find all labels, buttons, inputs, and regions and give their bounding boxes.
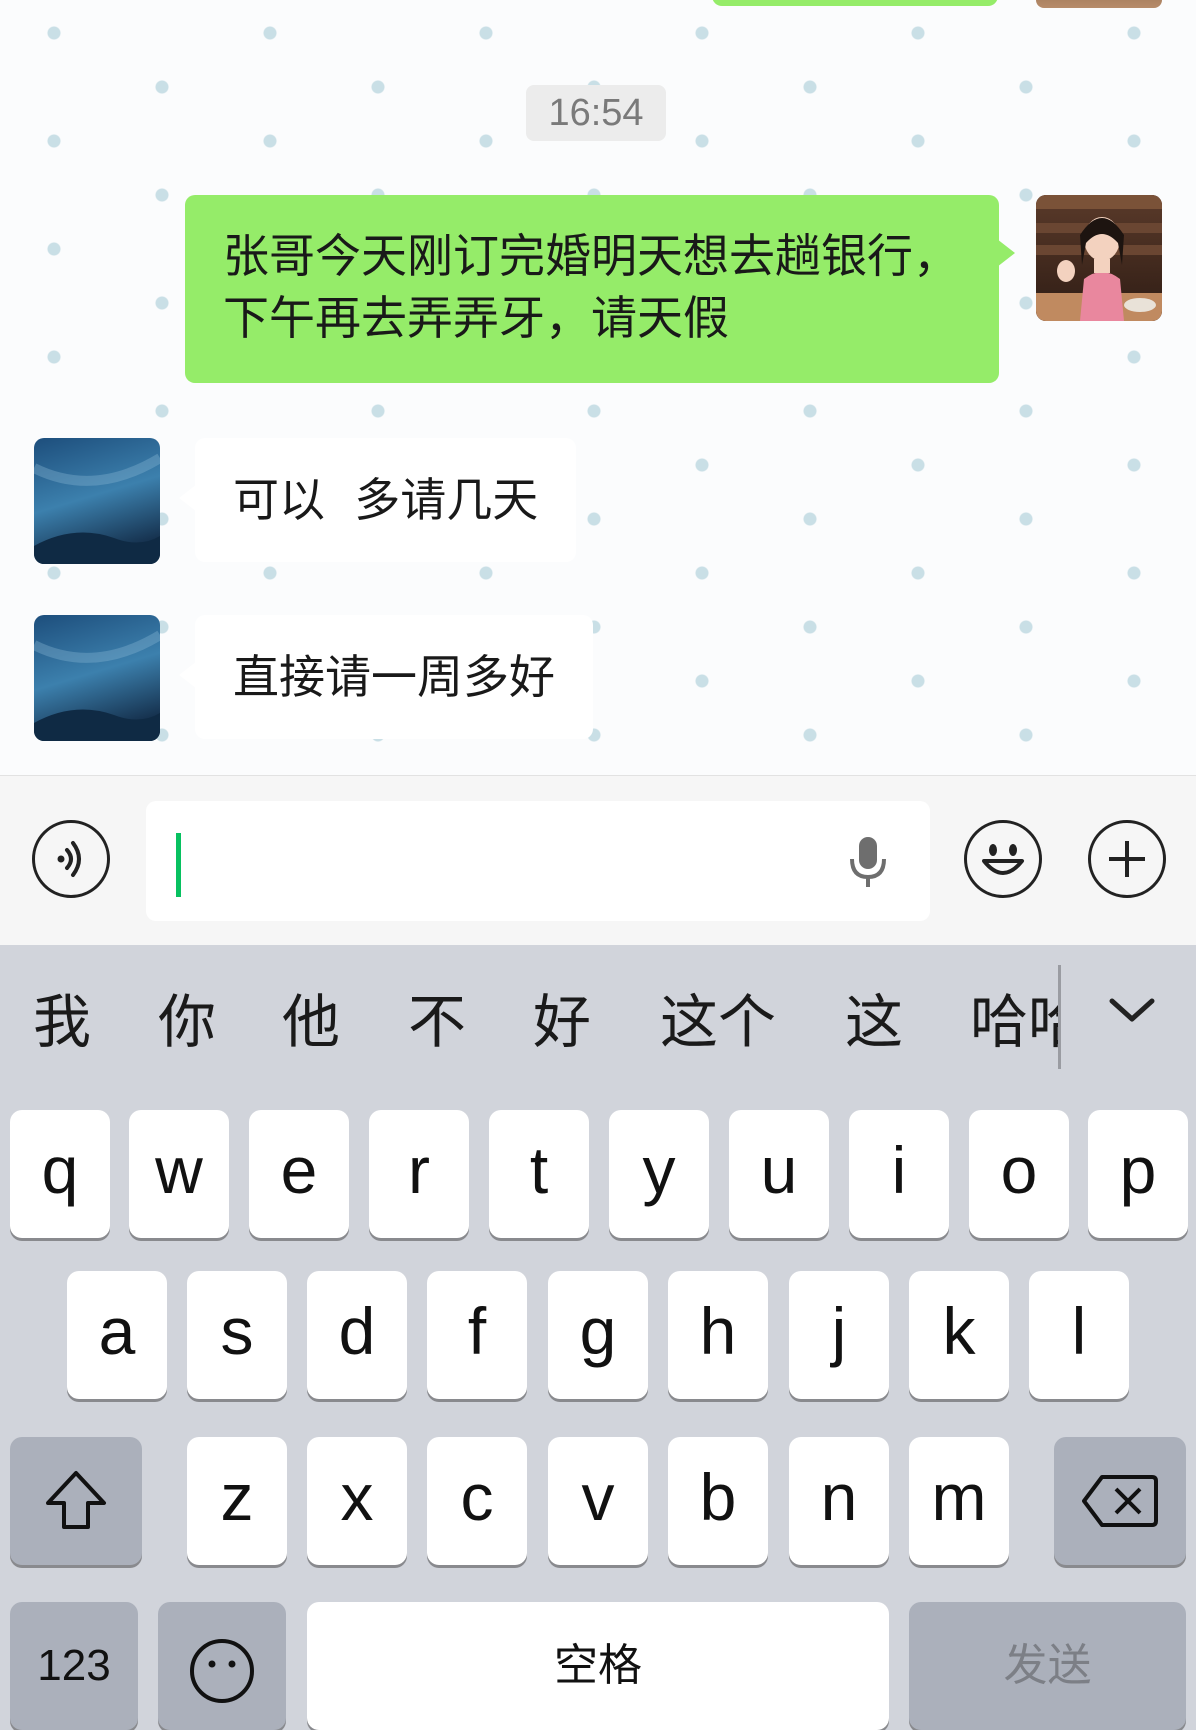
candidate-word[interactable]: 这个 bbox=[660, 987, 776, 1057]
text-cursor bbox=[176, 833, 181, 897]
key-l[interactable]: l bbox=[1029, 1271, 1129, 1399]
chevron-down-icon[interactable] bbox=[1102, 985, 1162, 1035]
candidate-word[interactable]: 哈哈 bbox=[970, 987, 1058, 1057]
candidate-word[interactable]: 好 bbox=[533, 987, 591, 1057]
key-j[interactable]: j bbox=[789, 1271, 889, 1399]
key-x[interactable]: x bbox=[307, 1437, 407, 1565]
chat-area[interactable]: 16:54 张哥今天刚订完婚明天想去趟银行，下午再去弄弄牙，请天假 可以 多请几… bbox=[0, 0, 1196, 775]
timestamp-badge: 16:54 bbox=[526, 85, 666, 141]
keyboard: 我 你 他 不 好 这个 这 哈哈 q w e r t y u i o p a … bbox=[0, 945, 1196, 1730]
message-input[interactable] bbox=[146, 801, 930, 921]
key-v[interactable]: v bbox=[548, 1437, 648, 1565]
key-u[interactable]: u bbox=[729, 1110, 829, 1238]
key-m[interactable]: m bbox=[909, 1437, 1009, 1565]
key-g[interactable]: g bbox=[548, 1271, 648, 1399]
candidate-word[interactable]: 这 bbox=[845, 987, 903, 1057]
microphone-icon[interactable] bbox=[836, 829, 900, 893]
key-q[interactable]: q bbox=[10, 1110, 110, 1238]
candidate-word[interactable]: 你 bbox=[158, 987, 216, 1057]
key-y[interactable]: y bbox=[609, 1110, 709, 1238]
key-c[interactable]: c bbox=[427, 1437, 527, 1565]
key-n[interactable]: n bbox=[789, 1437, 889, 1565]
key-e[interactable]: e bbox=[249, 1110, 349, 1238]
add-icon[interactable] bbox=[1088, 820, 1166, 898]
contact-avatar[interactable] bbox=[34, 615, 160, 741]
emoji-icon bbox=[190, 1639, 254, 1703]
key-p[interactable]: p bbox=[1088, 1110, 1188, 1238]
key-t[interactable]: t bbox=[489, 1110, 589, 1238]
shift-key[interactable] bbox=[10, 1437, 142, 1565]
candidate-word[interactable]: 不 bbox=[408, 987, 466, 1057]
voice-icon[interactable] bbox=[32, 820, 110, 898]
message-input-bar bbox=[0, 775, 1196, 946]
message-bubble-received[interactable]: 可以 多请几天 bbox=[178, 438, 577, 562]
key-o[interactable]: o bbox=[969, 1110, 1069, 1238]
key-h[interactable]: h bbox=[668, 1271, 768, 1399]
emoji-key[interactable] bbox=[158, 1602, 286, 1730]
emoji-icon[interactable] bbox=[964, 820, 1042, 898]
key-i[interactable]: i bbox=[849, 1110, 949, 1238]
contact-avatar[interactable] bbox=[34, 438, 160, 564]
shift-icon bbox=[46, 1471, 106, 1529]
candidate-divider bbox=[1058, 965, 1061, 1069]
candidate-word[interactable]: 我 bbox=[33, 987, 91, 1057]
key-r[interactable]: r bbox=[369, 1110, 469, 1238]
key-z[interactable]: z bbox=[187, 1437, 287, 1565]
key-b[interactable]: b bbox=[668, 1437, 768, 1565]
key-f[interactable]: f bbox=[427, 1271, 527, 1399]
numbers-key[interactable]: 123 bbox=[10, 1602, 138, 1730]
send-key[interactable]: 发送 bbox=[909, 1602, 1186, 1730]
message-bubble-received[interactable]: 直接请一周多好 bbox=[179, 615, 593, 739]
key-s[interactable]: s bbox=[187, 1271, 287, 1399]
key-a[interactable]: a bbox=[67, 1271, 167, 1399]
key-d[interactable]: d bbox=[307, 1271, 407, 1399]
delete-key[interactable] bbox=[1054, 1437, 1186, 1565]
backspace-icon bbox=[1082, 1475, 1158, 1527]
my-avatar-previous[interactable] bbox=[1036, 0, 1162, 8]
previous-message-bubble[interactable] bbox=[712, 0, 998, 6]
my-avatar[interactable] bbox=[1036, 195, 1162, 321]
candidate-word[interactable]: 他 bbox=[282, 987, 340, 1057]
message-bubble-sent[interactable]: 张哥今天刚订完婚明天想去趟银行，下午再去弄弄牙，请天假 bbox=[185, 195, 1015, 383]
key-w[interactable]: w bbox=[129, 1110, 229, 1238]
space-key[interactable]: 空格 bbox=[307, 1602, 889, 1730]
key-k[interactable]: k bbox=[909, 1271, 1009, 1399]
